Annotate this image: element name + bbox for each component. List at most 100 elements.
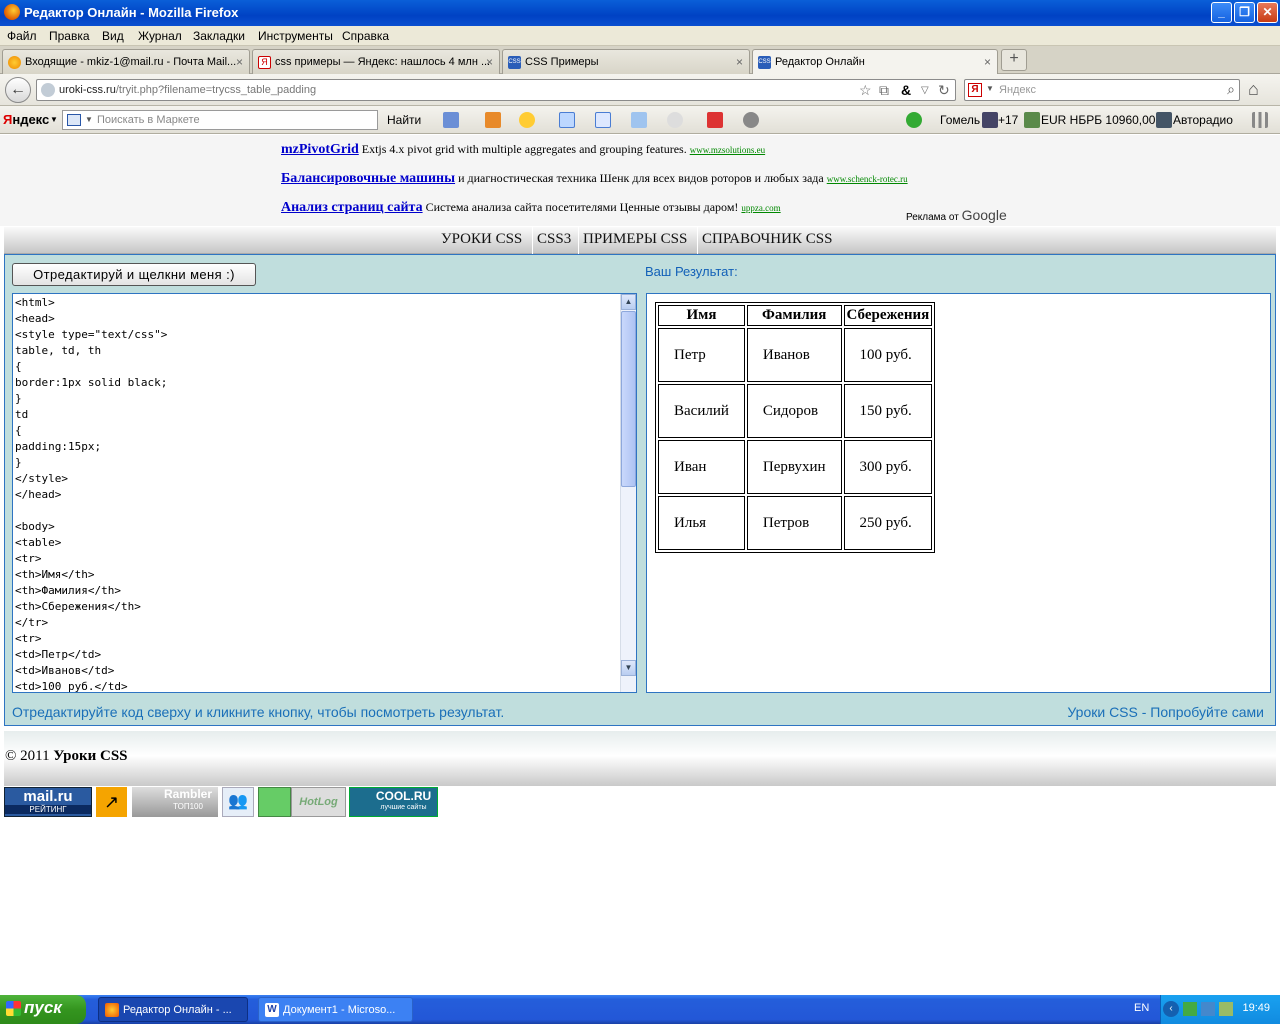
chevron-down-icon[interactable]: ▼: [986, 84, 994, 93]
table-cell: 250 руб.: [843, 496, 933, 550]
translate-icon[interactable]: [595, 112, 611, 128]
spellcheck-icon[interactable]: [559, 112, 575, 128]
tab-label: CSS Примеры: [525, 56, 599, 68]
minimize-button[interactable]: _: [1211, 2, 1232, 23]
search-icon[interactable]: ⌕: [1227, 81, 1235, 98]
new-tab-button[interactable]: +: [1001, 49, 1027, 71]
share-icon[interactable]: [631, 112, 647, 128]
ad-link[interactable]: mzPivotGrid: [281, 142, 359, 157]
menu-file[interactable]: Файл: [7, 29, 37, 43]
tray-app-icon[interactable]: [1183, 1002, 1197, 1016]
maximize-button[interactable]: ❐: [1234, 2, 1255, 23]
radio-station[interactable]: Авторадио: [1173, 113, 1233, 127]
ad-link[interactable]: Балансировочные машины: [281, 171, 455, 186]
code-scrollbar[interactable]: ▲ ▼: [620, 294, 636, 692]
bookmark-icon[interactable]: [485, 112, 501, 128]
page-footer: © 2011 Уроки CSS: [4, 731, 1276, 786]
liveinternet-arrow-icon[interactable]: ↗: [96, 787, 127, 817]
ad-link[interactable]: Анализ страниц сайта: [281, 200, 423, 215]
chevron-down-icon[interactable]: ▼: [50, 115, 58, 124]
task-word[interactable]: W Документ1 - Microso...: [258, 997, 413, 1022]
reload-icon[interactable]: ↻: [938, 82, 950, 99]
try-it-link[interactable]: Уроки CSS - Попробуйте сами: [1067, 704, 1264, 720]
tab-yandex[interactable]: Я css примеры — Яндекс: нашлось 4 млн ..…: [252, 49, 500, 74]
widgets-icon[interactable]: [707, 112, 723, 128]
scroll-up-arrow-icon[interactable]: ▲: [621, 294, 636, 310]
back-button[interactable]: ←: [5, 77, 31, 103]
hotlog-badge[interactable]: HotLog: [291, 787, 346, 817]
chevron-left-icon[interactable]: ‹: [1163, 1001, 1179, 1017]
counter-bars-icon[interactable]: [258, 787, 291, 817]
network-icon[interactable]: [1201, 1002, 1215, 1016]
weather-temp[interactable]: +17: [998, 113, 1018, 127]
header-cell: Имя: [658, 305, 745, 326]
cool-ru-badge[interactable]: COOL.RU лучшие сайты: [349, 787, 438, 817]
star-icon[interactable]: [519, 112, 535, 128]
star-bookmark-icon[interactable]: ☆: [859, 82, 872, 99]
nav-css-reference[interactable]: СПРАВОЧНИК CSS: [702, 231, 832, 248]
close-window-button[interactable]: ✕: [1257, 2, 1278, 23]
close-tab-icon[interactable]: ×: [984, 55, 991, 69]
ampersand-icon[interactable]: &: [901, 82, 911, 98]
search-box[interactable]: Я ▼ Яндекс ⌕: [964, 79, 1240, 101]
header-cell: Сбережения: [843, 305, 933, 326]
gear-icon[interactable]: [743, 112, 759, 128]
window-title: Редактор Онлайн - Mozilla Firefox: [24, 5, 239, 20]
close-tab-icon[interactable]: ×: [736, 55, 743, 69]
nav-divider: [532, 227, 533, 254]
tab-css-examples[interactable]: CSS CSS Примеры ×: [502, 49, 750, 74]
table-cell: Иванов: [746, 328, 842, 382]
nav-css-examples[interactable]: ПРИМЕРЫ CSS: [583, 231, 687, 248]
mail-icon[interactable]: [443, 112, 459, 128]
currency-rate[interactable]: EUR НБРБ 10960,00: [1041, 113, 1155, 127]
run-button[interactable]: Отредактируй и щелкни меня :): [12, 263, 256, 286]
mail-rating-badge[interactable]: mail.ru РЕЙТИНГ: [4, 787, 92, 817]
speaker-icon[interactable]: [1156, 112, 1172, 128]
code-textarea[interactable]: <html> <head> <style type="text/css"> ta…: [12, 293, 637, 693]
rambler-top100-badge[interactable]: Rambler ТОП100: [132, 787, 218, 817]
code-text[interactable]: <html> <head> <style type="text/css"> ta…: [15, 295, 167, 692]
close-tab-icon[interactable]: ×: [486, 55, 493, 69]
tab-editor-online[interactable]: CSS Редактор Онлайн ×: [752, 49, 998, 75]
scroll-down-arrow-icon[interactable]: ▼: [621, 660, 636, 676]
key-icon[interactable]: [906, 112, 922, 128]
tab-mail[interactable]: Входящие - mkiz-1@mail.ru - Почта Mail..…: [2, 49, 250, 74]
close-tab-icon[interactable]: ×: [236, 55, 243, 69]
chevron-down-icon[interactable]: ▼: [85, 115, 93, 124]
menu-history[interactable]: Журнал: [138, 29, 182, 43]
yandex-toolbar: Яндекс ▼ ▼ Поискать в Маркете Найти Гоме…: [0, 106, 1280, 134]
url-bar[interactable]: uroki-css.ru/tryit.php?filename=trycss_t…: [36, 79, 956, 101]
scroll-thumb[interactable]: [621, 311, 636, 487]
people-counter-icon[interactable]: 👥: [222, 787, 254, 817]
find-button[interactable]: Найти: [387, 113, 421, 127]
ad-url[interactable]: uppza.com: [741, 203, 780, 213]
menu-bookmarks[interactable]: Закладки: [193, 29, 245, 43]
home-icon[interactable]: ⌂: [1248, 79, 1259, 100]
task-firefox[interactable]: Редактор Онлайн - ...: [98, 997, 248, 1022]
language-indicator[interactable]: EN: [1134, 1002, 1149, 1014]
result-label: Ваш Результат:: [645, 264, 738, 279]
menu-tools[interactable]: Инструменты: [258, 29, 333, 43]
translate-icon[interactable]: ⧉: [879, 82, 889, 99]
search-placeholder: Яндекс: [999, 84, 1036, 96]
ads-by-google[interactable]: Реклама от Google: [906, 207, 1007, 223]
ad-url[interactable]: www.schenck-rotec.ru: [827, 174, 908, 184]
start-button[interactable]: пуск: [0, 995, 86, 1024]
tray-app-icon[interactable]: [1219, 1002, 1233, 1016]
weather-city[interactable]: Гомель: [940, 113, 980, 127]
nav-css-lessons[interactable]: УРОКИ CSS: [441, 231, 522, 248]
menu-edit[interactable]: Правка: [49, 29, 90, 43]
ad-url[interactable]: www.mzsolutions.eu: [690, 145, 765, 155]
menu-help[interactable]: Справка: [342, 29, 389, 43]
menu-view[interactable]: Вид: [102, 29, 124, 43]
table-cell: Василий: [658, 384, 745, 438]
yandex-logo[interactable]: Яндекс: [3, 112, 49, 127]
market-search-input[interactable]: ▼ Поискать в Маркете: [62, 110, 378, 130]
chat-icon[interactable]: [667, 112, 683, 128]
clock[interactable]: 19:49: [1242, 1002, 1270, 1014]
ad-item: Анализ страниц сайта Система анализа сай…: [281, 200, 781, 216]
dropdown-arrow-icon[interactable]: ▽: [921, 85, 929, 96]
nav-divider: [578, 227, 579, 254]
nav-css3[interactable]: CSS3: [537, 231, 571, 248]
tab-label: Входящие - mkiz-1@mail.ru - Почта Mail..…: [25, 56, 237, 68]
